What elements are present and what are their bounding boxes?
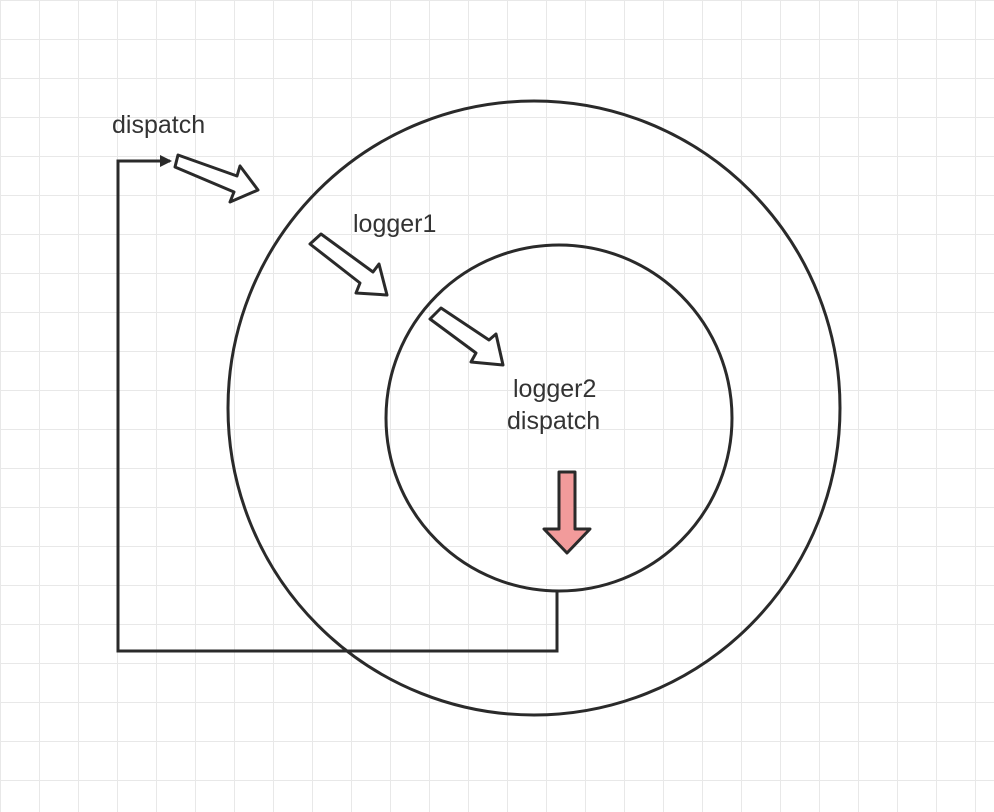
inner-dispatch-label: dispatch [507, 407, 600, 435]
logger2-label: logger2 [513, 375, 596, 403]
diagram-canvas: dispatch logger1 logger2 dispatch [0, 0, 994, 812]
logger1-label: logger1 [353, 210, 436, 238]
entry-arrow-icon [173, 153, 260, 204]
middleware-diagram: dispatch logger1 logger2 dispatch [112, 99, 842, 717]
logger2-arrow-icon [428, 306, 505, 367]
logger1-arrow-icon [308, 232, 389, 297]
dispatch-down-arrow-icon [542, 470, 592, 555]
outer-dispatch-label: dispatch [112, 111, 205, 139]
